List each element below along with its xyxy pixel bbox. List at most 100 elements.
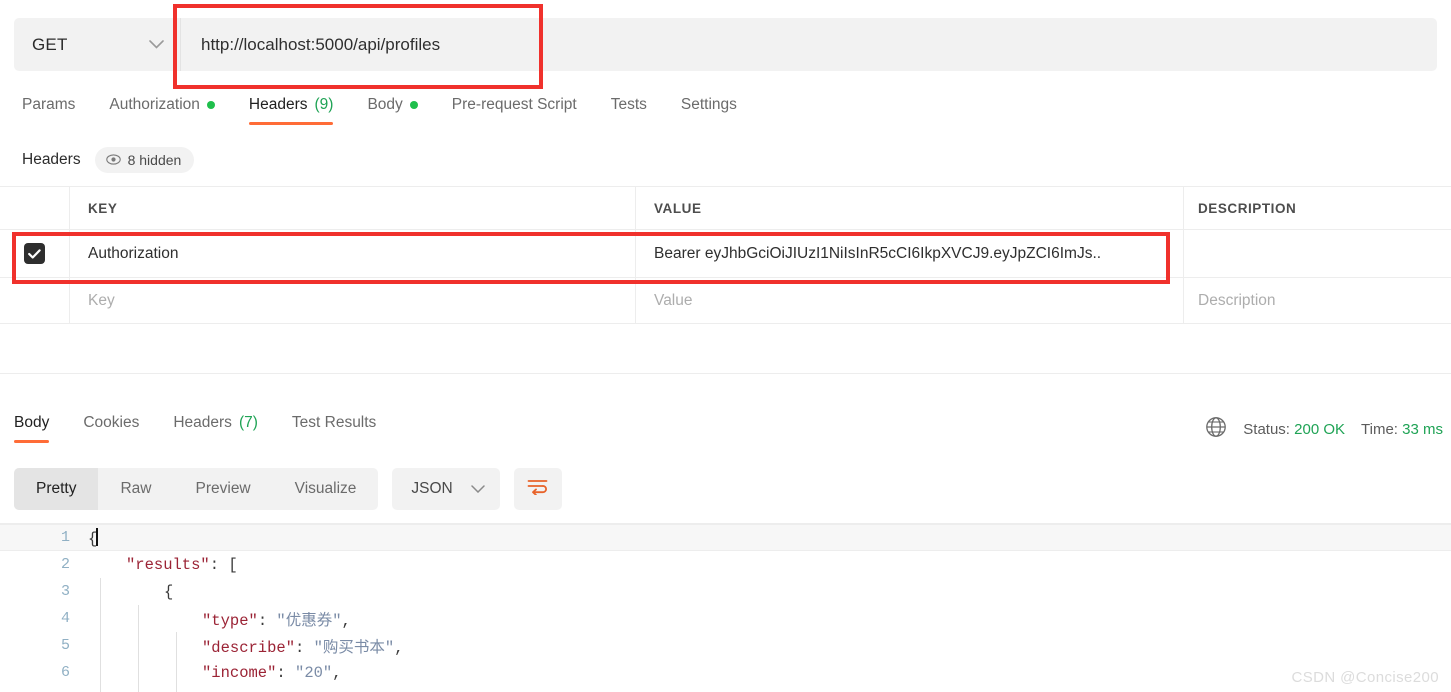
chevron-down-icon	[471, 485, 485, 493]
viewer-mode-visualize-label: Visualize	[294, 480, 357, 497]
tab-body[interactable]: Body	[367, 92, 418, 125]
response-tab-test-results[interactable]: Test Results	[292, 410, 376, 443]
response-tab-cookies-label: Cookies	[83, 414, 140, 431]
line-number: 4	[60, 610, 70, 627]
code-token: {	[164, 582, 174, 601]
tab-headers-label: Headers	[248, 96, 308, 113]
request-tabs: Params Authorization Headers (9) Body Pr…	[0, 92, 1451, 132]
line-number: 1	[60, 529, 70, 546]
response-format-selector[interactable]: JSON	[392, 468, 500, 510]
code-token: "type"	[202, 611, 258, 630]
value-input-placeholder[interactable]: Value	[654, 292, 693, 310]
code-line-text: "results": [	[88, 556, 238, 574]
line-number: 6	[60, 664, 70, 681]
table-header-checkbox-cell	[0, 187, 70, 229]
tab-authorization[interactable]: Authorization	[109, 92, 215, 125]
tab-tests-label: Tests	[610, 96, 647, 113]
wrap-lines-button[interactable]	[513, 468, 562, 510]
postman-window: GET http://localhost:5000/api/profiles P…	[0, 0, 1451, 692]
table-row-empty[interactable]: Key Value Description	[0, 278, 1451, 324]
code-line-text: "describe": "购买书本",	[88, 635, 404, 657]
header-key-value[interactable]: Authorization	[88, 245, 178, 263]
status-value: 200 OK	[1294, 420, 1346, 438]
key-input-placeholder[interactable]: Key	[88, 292, 115, 310]
response-tab-headers-label: Headers	[173, 414, 232, 431]
http-method-selector[interactable]: GET	[14, 18, 181, 71]
url-text: http://localhost:5000/api/profiles	[201, 34, 441, 54]
status-dot-icon	[409, 101, 418, 109]
tab-pre-request-script-label: Pre-request Script	[451, 96, 577, 113]
viewer-mode-group: Pretty Raw Preview Visualize	[14, 468, 379, 510]
table-row[interactable]: Authorization Bearer eyJhbGciOiJIUzI1NiI…	[0, 230, 1451, 278]
code-line: 4 "type": "优惠券",	[0, 605, 1451, 632]
hidden-headers-count: 8 hidden	[127, 152, 182, 168]
code-token: "results"	[126, 555, 210, 574]
tab-tests[interactable]: Tests	[611, 92, 647, 125]
viewer-mode-pretty[interactable]: Pretty	[14, 468, 99, 510]
response-format-label: JSON	[411, 480, 453, 497]
wrap-lines-icon	[527, 478, 548, 500]
code-token: "优惠券"	[276, 611, 342, 630]
active-tab-underline	[248, 122, 334, 125]
description-input-placeholder[interactable]: Description	[1198, 292, 1276, 310]
viewer-mode-preview[interactable]: Preview	[174, 468, 273, 510]
eye-icon	[105, 152, 121, 168]
indent-guide	[138, 605, 139, 692]
viewer-mode-pretty-label: Pretty	[36, 480, 77, 497]
line-number: 3	[60, 583, 70, 600]
code-line: 2 "results": [	[0, 551, 1451, 578]
tab-authorization-label: Authorization	[109, 96, 200, 113]
code-line: 5 "describe": "购买书本",	[0, 632, 1451, 659]
text-cursor	[96, 527, 99, 546]
code-token: ,	[341, 611, 351, 630]
indent-guide	[176, 632, 177, 692]
status-dot-icon	[206, 101, 215, 109]
code-token: "20"	[295, 663, 333, 682]
table-bottom-divider	[0, 373, 1451, 374]
response-tabs-bar: Body Cookies Headers (7) Test Results St…	[0, 410, 1451, 454]
checkbox-checked-icon[interactable]	[24, 243, 45, 264]
response-meta: Status: 200 OK Time: 33 ms	[1205, 416, 1443, 442]
viewer-mode-raw-label: Raw	[120, 480, 152, 497]
tab-settings[interactable]: Settings	[681, 92, 737, 125]
url-input[interactable]: http://localhost:5000/api/profiles	[181, 18, 1437, 71]
response-body-code[interactable]: 1 {2 "results": [ 3 {4 "type": "优惠券", 5 "descri…	[0, 523, 1451, 692]
http-method-label: GET	[32, 34, 68, 54]
code-line-text: {	[88, 527, 99, 548]
header-value-value[interactable]: Bearer eyJhbGciOiJIUzI1NiIsInR5cCI6IkpXV…	[654, 245, 1101, 263]
line-number: 2	[60, 556, 70, 573]
code-token: "购买书本"	[313, 638, 395, 657]
watermark: CSDN @Concise200	[1291, 669, 1439, 686]
request-url-bar: GET http://localhost:5000/api/profiles	[14, 18, 1437, 71]
headers-section-title: Headers	[22, 151, 81, 168]
tab-params-label: Params	[22, 96, 76, 113]
code-line-text: "type": "优惠券",	[88, 608, 351, 630]
indent-guide	[100, 578, 101, 692]
viewer-mode-raw[interactable]: Raw	[98, 468, 173, 510]
response-tab-cookies[interactable]: Cookies	[83, 410, 139, 443]
tab-pre-request-script[interactable]: Pre-request Script	[452, 92, 577, 125]
response-time: Time: 33 ms	[1361, 421, 1443, 438]
column-header-description: DESCRIPTION	[1198, 200, 1297, 216]
response-tab-body[interactable]: Body	[14, 410, 50, 443]
response-viewer-toolbar: Pretty Raw Preview Visualize JSON	[14, 468, 562, 510]
code-line: 6 "income": "20",	[0, 659, 1451, 686]
response-tab-headers-count: (7)	[238, 414, 258, 431]
viewer-mode-visualize[interactable]: Visualize	[273, 468, 379, 510]
time-value: 33 ms	[1402, 420, 1443, 438]
response-tab-body-label: Body	[14, 414, 50, 431]
tab-headers[interactable]: Headers (9)	[248, 92, 334, 125]
code-token: "income"	[202, 663, 277, 682]
globe-icon	[1205, 416, 1227, 442]
column-header-key: KEY	[88, 200, 118, 216]
response-tab-test-results-label: Test Results	[291, 414, 377, 431]
hidden-headers-toggle[interactable]: 8 hidden	[94, 147, 195, 173]
tab-headers-count: (9)	[314, 96, 334, 113]
tab-settings-label: Settings	[680, 96, 737, 113]
response-tab-headers[interactable]: Headers (7)	[173, 410, 258, 443]
row-checkbox-cell-empty[interactable]	[0, 278, 70, 323]
status-label: Status:	[1243, 420, 1290, 438]
code-token: ,	[394, 638, 404, 657]
row-checkbox-cell[interactable]	[0, 230, 70, 277]
tab-params[interactable]: Params	[22, 92, 75, 125]
